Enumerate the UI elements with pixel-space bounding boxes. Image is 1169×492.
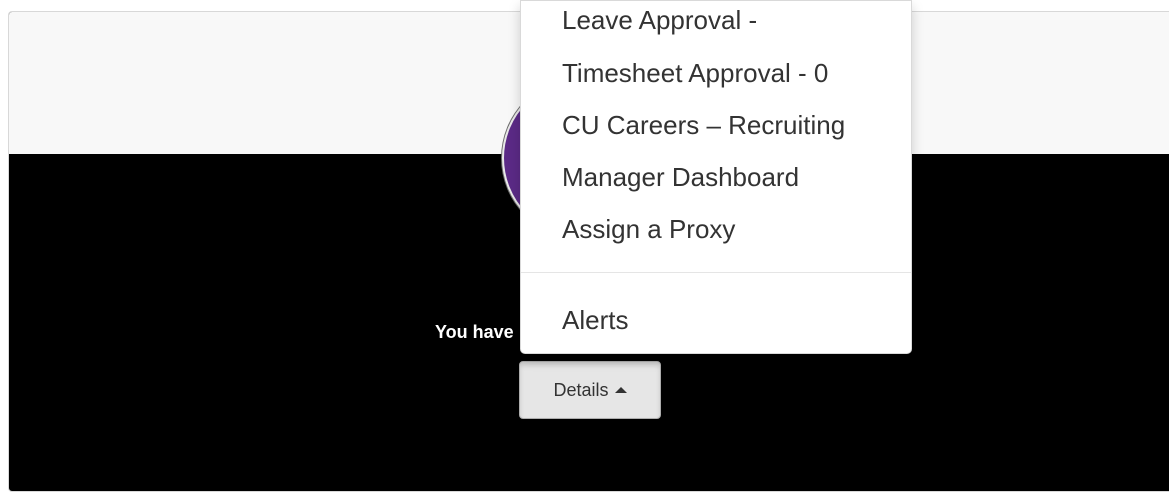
menu-item-alerts[interactable]: Alerts — [562, 305, 628, 335]
caret-up-icon — [614, 387, 627, 393]
menu-item-assign-proxy[interactable]: Assign a Proxy — [562, 214, 735, 244]
menu-item-cu-careers[interactable]: CU Careers – Recruiting — [562, 110, 845, 140]
menu-item-leave-approval[interactable]: Leave Approval - — [562, 5, 757, 35]
menu-item-timesheet-approval[interactable]: Timesheet Approval - 0 — [562, 58, 828, 88]
details-button[interactable]: Details — [519, 361, 661, 419]
menu-divider — [521, 272, 911, 273]
details-button-label: Details — [553, 379, 609, 400]
notification-message: You have — [435, 322, 514, 342]
menu-item-manager-dashboard[interactable]: Manager Dashboard — [562, 162, 799, 192]
details-dropdown-menu: Leave Approval - Timesheet Approval - 0 … — [520, 0, 912, 354]
